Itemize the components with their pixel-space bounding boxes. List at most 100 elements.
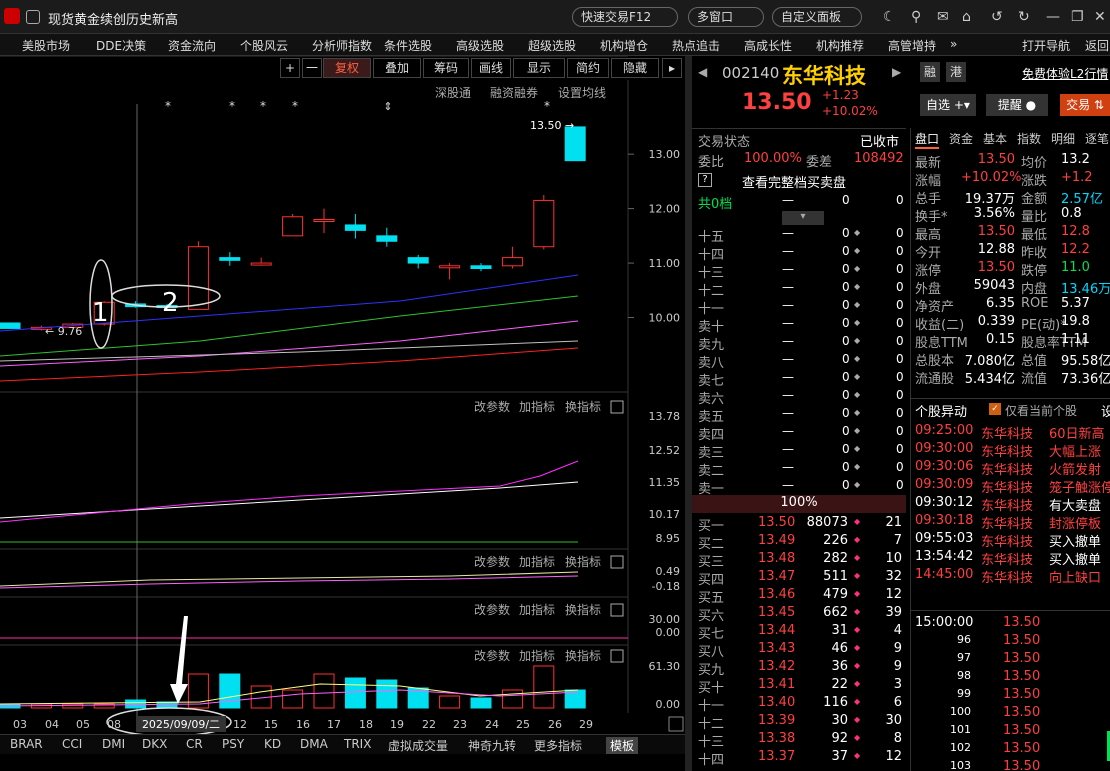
open-nav-link[interactable]: 打开导航 [1022, 37, 1070, 54]
quote-tab-3[interactable]: 指数 [1017, 130, 1041, 147]
multi-window-button[interactable]: 多窗口 [688, 7, 764, 27]
toolbar-plus-button[interactable]: + [280, 58, 300, 78]
full-depth-link[interactable]: 查看完整档买卖盘 [742, 172, 846, 191]
event-stock-3[interactable]: 东华科技 [981, 477, 1033, 496]
events-checkbox-icon[interactable]: ✓ [989, 403, 1001, 415]
sub-3-switch-button[interactable]: 换指标 [565, 648, 601, 663]
stock-tag-0[interactable]: 融 [920, 62, 940, 82]
sub-0-add-button[interactable]: 加指标 [519, 399, 555, 414]
quote-tab-0[interactable]: 盘口 [915, 130, 940, 149]
indicator-tab-0[interactable]: BRAR [10, 737, 43, 751]
chart-svg[interactable]: 13.0012.0011.0010.00* * * * *⇕13.50 →← 9.761… [0, 56, 690, 761]
mail-icon[interactable]: ✉ [937, 9, 949, 25]
indicator-tab-9[interactable]: 虚拟成交量 [388, 737, 448, 754]
back-link[interactable]: 返回 [1085, 37, 1109, 54]
indicator-tab-10[interactable]: 神奇九转 [468, 737, 516, 754]
sub-3-params-button[interactable]: 改参数 [474, 648, 510, 663]
sub-2-params-button[interactable]: 改参数 [474, 602, 510, 617]
indicator-tab-3[interactable]: DKX [142, 737, 167, 751]
event-stock-1[interactable]: 东华科技 [981, 441, 1033, 460]
toolbar-chips-button[interactable]: 筹码 [423, 58, 469, 78]
indicator-tab-2[interactable]: DMI [102, 737, 125, 751]
toolbar-fuquan-button[interactable]: 复权 [323, 58, 371, 78]
quote-tab-5[interactable]: 逐笔 [1085, 130, 1109, 147]
expand-icon[interactable]: ▾ [782, 211, 824, 225]
panel-divider[interactable] [685, 56, 692, 771]
event-stock-7[interactable]: 东华科技 [981, 549, 1033, 568]
quick-trade-button[interactable]: 快速交易F12 [572, 7, 678, 27]
menu-item-5[interactable]: 条件选股 [384, 37, 432, 54]
event-stock-5[interactable]: 东华科技 [981, 513, 1033, 532]
stock-tag-1[interactable]: 港 [946, 62, 966, 82]
next-stock-icon[interactable]: ▶ [892, 65, 901, 79]
trade-button[interactable]: 交易 ⇅ [1060, 94, 1110, 116]
toolbar-draw-button[interactable]: 画线 [471, 58, 511, 78]
menu-item-10[interactable]: 高成长性 [744, 37, 792, 54]
toolbar-simple-button[interactable]: 简约 [567, 58, 609, 78]
menu-item-7[interactable]: 超级选股 [528, 37, 576, 54]
menu-item-6[interactable]: 高级选股 [456, 37, 504, 54]
quote-tab-4[interactable]: 明细 [1051, 130, 1075, 147]
event-stock-8[interactable]: 东华科技 [981, 567, 1033, 586]
indicator-tab-5[interactable]: PSY [222, 737, 244, 751]
menu-item-3[interactable]: 个股风云 [240, 37, 288, 54]
buy-vol-0: 88073 [806, 515, 848, 530]
indicator-tab-12[interactable]: 模板 [606, 737, 639, 754]
chart-link-2[interactable]: 设置均线 [558, 84, 606, 101]
minimize-icon[interactable]: — [1046, 9, 1060, 25]
event-stock-6[interactable]: 东华科技 [981, 531, 1033, 550]
indicator-tab-7[interactable]: DMA [300, 737, 328, 751]
sub-1-add-button[interactable]: 加指标 [519, 554, 555, 569]
toolbar-hide-button[interactable]: 隐藏 [611, 58, 659, 78]
watchlist-button[interactable]: 自选 +▾ [920, 94, 976, 116]
back-icon[interactable]: ↺ [991, 9, 1003, 25]
chart-link-1[interactable]: 融资融券 [490, 84, 538, 101]
sub-0-switch-button[interactable]: 换指标 [565, 399, 601, 414]
search-icon[interactable]: ⚲ [911, 9, 921, 25]
refresh-icon[interactable]: ↻ [1018, 9, 1030, 25]
indicator-tab-8[interactable]: TRIX [344, 737, 371, 751]
l2-link[interactable]: 免费体验L2行情 [1022, 65, 1110, 82]
maximize-icon[interactable]: ❐ [1071, 9, 1084, 25]
toolbar-display-button[interactable]: 显示 [513, 58, 565, 78]
event-stock-4[interactable]: 东华科技 [981, 495, 1033, 514]
menu-item-2[interactable]: 资金流向 [168, 37, 216, 54]
event-stock-0[interactable]: 东华科技 [981, 423, 1033, 442]
toolbar-minus-button[interactable]: 一 [302, 58, 322, 78]
sub-0-params-button[interactable]: 改参数 [474, 399, 510, 414]
menu-item-12[interactable]: 高管增持 [888, 37, 936, 54]
custom-panel-button[interactable]: 自定义面板 [772, 7, 862, 27]
menu-item-9[interactable]: 热点追击 [672, 37, 720, 54]
menu-more-icon[interactable]: » [950, 37, 957, 51]
event-stock-2[interactable]: 东华科技 [981, 459, 1033, 478]
tick-price-1: 13.50 [1003, 633, 1041, 648]
toolbar-overlay-button[interactable]: 叠加 [373, 58, 421, 78]
indicator-tab-1[interactable]: CCI [62, 737, 82, 751]
prev-stock-icon[interactable]: ◀ [698, 65, 707, 79]
sub-1-params-button[interactable]: 改参数 [474, 554, 510, 569]
close-icon[interactable]: ✕ [1094, 9, 1106, 25]
menu-item-1[interactable]: DDE决策 [96, 37, 146, 54]
home-icon[interactable]: ⌂ [962, 9, 971, 25]
indicator-tab-4[interactable]: CR [186, 737, 203, 751]
toolbar-collapse-icon[interactable]: ▸ [662, 58, 682, 78]
indicator-tab-11[interactable]: 更多指标 [534, 737, 582, 754]
indicator-tab-6[interactable]: KD [264, 737, 281, 751]
sub-1-switch-button[interactable]: 换指标 [565, 554, 601, 569]
events-more[interactable]: 设 [1101, 401, 1110, 420]
sub-3-add-button[interactable]: 加指标 [519, 648, 555, 663]
menu-item-0[interactable]: 美股市场 [22, 37, 70, 54]
quote-tab-2[interactable]: 基本 [983, 130, 1007, 147]
date-tick-6: 16 [296, 718, 310, 731]
menu-item-8[interactable]: 机构增仓 [600, 37, 648, 54]
alert-button[interactable]: 提醒 ● [986, 94, 1048, 116]
help-icon[interactable]: ? [698, 173, 712, 187]
sub-2-switch-button[interactable]: 换指标 [565, 602, 601, 617]
menu-item-11[interactable]: 机构推荐 [816, 37, 864, 54]
menu-item-4[interactable]: 分析师指数 [312, 37, 372, 54]
quote-tab-1[interactable]: 资金 [949, 130, 973, 147]
theme-icon[interactable]: ☾ [883, 9, 896, 25]
chart-link-0[interactable]: 深股通 [435, 84, 471, 101]
sub-2-add-button[interactable]: 加指标 [519, 602, 555, 617]
headline[interactable]: 现货黄金续创历史新高 [48, 9, 178, 28]
